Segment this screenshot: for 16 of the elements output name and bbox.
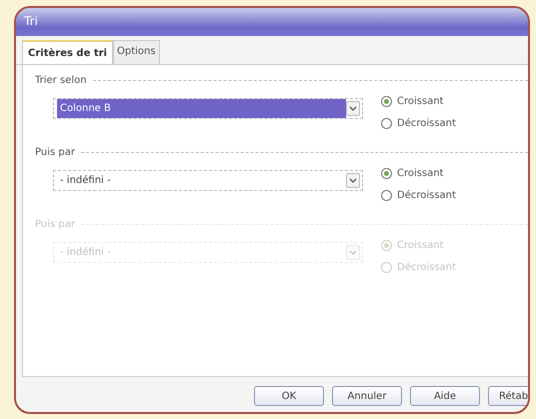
dialog-button[interactable]: Annuler xyxy=(332,386,402,406)
dialog-button[interactable]: Aide xyxy=(410,386,480,406)
dropdown[interactable]: Colonne B xyxy=(53,98,363,119)
window-title: Tri xyxy=(16,8,528,36)
section-label: Puis par xyxy=(35,218,75,232)
dialog-button[interactable]: OK xyxy=(254,386,324,406)
radio-option[interactable]: Décroissant xyxy=(381,188,456,203)
radio-option[interactable]: Croissant xyxy=(381,94,456,109)
radio-option[interactable]: Croissant xyxy=(381,166,456,181)
tab[interactable]: Critères de tri xyxy=(22,40,113,64)
section-label: Trier selon xyxy=(35,74,87,88)
dialog-button[interactable]: Rétab xyxy=(488,386,528,406)
radio-option[interactable]: Décroissant xyxy=(381,116,456,131)
dropdown[interactable]: - indéfini - xyxy=(53,170,363,191)
tab[interactable]: Options xyxy=(112,40,160,64)
section-label: Puis par xyxy=(35,146,75,160)
